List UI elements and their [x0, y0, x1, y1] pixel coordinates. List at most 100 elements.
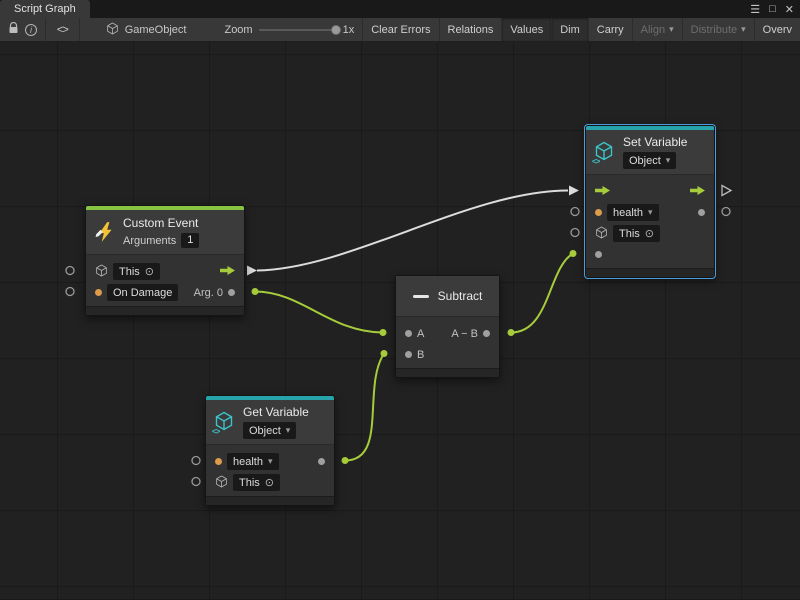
- node-title: Get Variable: [243, 405, 309, 419]
- input-b-label: B: [417, 349, 424, 361]
- input-a-port-icon[interactable]: [405, 330, 412, 337]
- set-variable-target-row: This ⊙: [586, 223, 714, 244]
- target-field[interactable]: This ⊙: [113, 263, 160, 280]
- node-footer: [586, 268, 714, 277]
- panel-menu-icon[interactable]: ☰: [750, 3, 760, 16]
- event-name-field[interactable]: On Damage: [107, 284, 178, 301]
- flow-arrow-icon[interactable]: [595, 185, 610, 199]
- target-field[interactable]: This ⊙: [613, 225, 660, 242]
- set-variable-flow-row: [586, 181, 714, 202]
- value-port-subtract-out[interactable]: [508, 329, 515, 336]
- zoom-slider[interactable]: [259, 29, 337, 31]
- get-variable-target-row: This ⊙: [206, 472, 334, 493]
- unconnected-port-setvariable-target[interactable]: [571, 229, 579, 237]
- value-port-arg0[interactable]: [252, 288, 259, 295]
- dim-toggle[interactable]: Dim: [552, 18, 589, 41]
- value-input-port-icon[interactable]: [595, 251, 602, 258]
- target-icon: ⊙: [265, 476, 274, 489]
- arguments-count-field[interactable]: 1: [181, 233, 199, 248]
- chevron-down-icon: ▾: [268, 456, 273, 467]
- relations-button[interactable]: Relations: [440, 18, 503, 41]
- lightning-icon: [94, 221, 116, 243]
- graph-toolbar: i <> GameObject Zoom 1x Clear Errors Rel…: [0, 18, 800, 42]
- lock-icon[interactable]: [8, 22, 19, 37]
- variable-scope-dropdown[interactable]: Object ▾: [623, 152, 676, 169]
- node-get-variable[interactable]: <> Get Variable Object ▾ health ▾: [205, 395, 335, 506]
- flow-arrow-icon[interactable]: [690, 185, 705, 199]
- unconnected-port-getvariable-name[interactable]: [192, 457, 200, 465]
- close-icon[interactable]: ✕: [785, 3, 794, 16]
- value-port-getvariable-out[interactable]: [342, 457, 349, 464]
- string-port-icon[interactable]: [95, 289, 102, 296]
- input-b-port-icon[interactable]: [405, 351, 412, 358]
- wire-subtract-to-setvariable-value[interactable]: [511, 254, 573, 333]
- window-controls: ☰ □ ✕: [750, 0, 794, 18]
- set-variable-value-row: [586, 244, 714, 265]
- node-subtract[interactable]: Subtract A A − B B: [395, 275, 500, 378]
- string-port-icon[interactable]: [595, 209, 602, 216]
- gameobject-field[interactable]: GameObject: [80, 18, 195, 41]
- node-set-variable[interactable]: <> Set Variable Object ▾: [585, 125, 715, 278]
- unconnected-port-setvariable-out[interactable]: [722, 208, 730, 216]
- node-title: Custom Event: [123, 216, 199, 230]
- info-icon[interactable]: i: [25, 24, 37, 36]
- chevron-down-icon: ▾: [648, 207, 653, 218]
- arg0-port-icon[interactable]: [228, 289, 235, 296]
- overview-button[interactable]: Overv: [755, 18, 800, 41]
- target-icon: ⊙: [145, 265, 154, 278]
- node-footer: [206, 496, 334, 505]
- flow-input-port-setvariable[interactable]: [569, 186, 579, 196]
- wire-arg0-to-subtract-a[interactable]: [255, 292, 383, 333]
- output-port-icon[interactable]: [483, 330, 490, 337]
- unconnected-port-getvariable-target[interactable]: [192, 478, 200, 486]
- arg0-port-label: Arg. 0: [194, 287, 223, 299]
- node-custom-event[interactable]: Custom Event Arguments 1 This ⊙: [85, 205, 245, 316]
- zoom-slider-handle[interactable]: [331, 25, 341, 35]
- edit-script-segment: <>: [46, 18, 80, 41]
- flow-arrow-icon[interactable]: [220, 265, 235, 279]
- cube-icon: [215, 475, 228, 491]
- values-toggle[interactable]: Values: [502, 18, 552, 41]
- code-icon[interactable]: <>: [57, 24, 68, 36]
- value-port-subtract-a[interactable]: [380, 329, 387, 336]
- minus-icon: [413, 290, 429, 302]
- subtract-row-b: B: [396, 344, 499, 365]
- clear-errors-button[interactable]: Clear Errors: [362, 18, 439, 41]
- unconnected-flow-output-setvariable[interactable]: [722, 186, 731, 196]
- wire-getvariable-to-subtract-b[interactable]: [345, 354, 384, 461]
- carry-toggle[interactable]: Carry: [589, 18, 633, 41]
- zoom-control: Zoom 1x: [194, 18, 362, 41]
- flow-output-port-customevent[interactable]: [247, 266, 257, 276]
- node-footer: [396, 368, 499, 377]
- custom-event-name-row: On Damage Arg. 0: [86, 282, 244, 303]
- graph-canvas[interactable]: Custom Event Arguments 1 This ⊙: [0, 42, 800, 599]
- tab-script-graph[interactable]: Script Graph: [0, 0, 90, 18]
- maximize-icon[interactable]: □: [769, 3, 776, 15]
- node-title: Set Variable: [623, 135, 687, 149]
- zoom-label: Zoom: [224, 24, 252, 36]
- value-port-setvariable-value[interactable]: [570, 250, 577, 257]
- align-dropdown: Align ▾: [633, 18, 683, 41]
- unconnected-port-customevent-name[interactable]: [66, 288, 74, 296]
- value-output-port-icon[interactable]: [318, 458, 325, 465]
- variable-cube-icon: <>: [214, 411, 236, 433]
- variable-scope-dropdown[interactable]: Object ▾: [243, 422, 296, 439]
- set-variable-name-row: health ▾: [586, 202, 714, 223]
- tab-title: Script Graph: [14, 3, 76, 15]
- custom-event-target-row: This ⊙: [86, 261, 244, 282]
- variable-name-dropdown[interactable]: health ▾: [227, 453, 279, 470]
- target-icon: ⊙: [645, 227, 654, 240]
- tab-bar: Script Graph ☰ □ ✕: [0, 0, 800, 18]
- variable-name-dropdown[interactable]: health ▾: [607, 204, 659, 221]
- wire-flow-customevent-to-setvariable[interactable]: [257, 191, 568, 271]
- get-variable-header: <> Get Variable Object ▾: [206, 400, 334, 445]
- unconnected-port-customevent-target[interactable]: [66, 267, 74, 275]
- string-port-icon[interactable]: [215, 458, 222, 465]
- chevron-down-icon: ▾: [286, 425, 291, 436]
- set-variable-header: <> Set Variable Object ▾: [586, 130, 714, 175]
- value-port-subtract-b[interactable]: [381, 350, 388, 357]
- gameobject-label: GameObject: [125, 24, 187, 36]
- unconnected-port-setvariable-name[interactable]: [571, 208, 579, 216]
- target-field[interactable]: This ⊙: [233, 474, 280, 491]
- value-output-port-icon[interactable]: [698, 209, 705, 216]
